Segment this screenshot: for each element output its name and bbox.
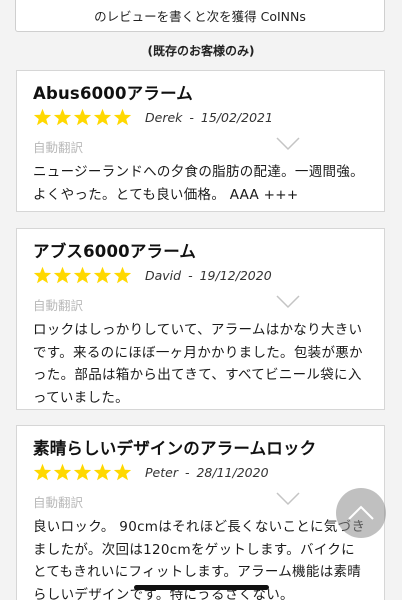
separator: - [184, 464, 190, 480]
star-rating [33, 108, 132, 126]
star-icon [33, 108, 52, 126]
auto-translate-label: 自動翻訳 [33, 495, 84, 510]
star-icon [33, 266, 52, 284]
review-card: アブス6000アラーム David - 19/12/2020 自動翻訳 ロックは… [16, 228, 385, 410]
chevron-down-icon[interactable] [276, 137, 300, 151]
chevron-down-icon[interactable] [276, 295, 300, 309]
star-icon [53, 266, 72, 284]
existing-customers-note: (既存のお客様のみ) [147, 44, 255, 58]
star-rating [33, 266, 132, 284]
review-title: アブス6000アラーム [33, 242, 197, 261]
separator: - [188, 267, 193, 283]
review-date: 15/02/2021 [200, 109, 273, 125]
review-body: ロックはしっかりしていて、アラームはかなり大きいです。来るのにほぼ一ヶ月かかりま… [33, 322, 363, 406]
review-date: 19/12/2020 [199, 267, 272, 283]
star-icon [73, 108, 92, 126]
star-icon [113, 266, 132, 284]
reviewer-name: David [145, 267, 182, 283]
rating-row: Peter - 28/11/2020 [33, 462, 368, 482]
star-icon [113, 463, 132, 481]
auto-translate-label: 自動翻訳 [33, 140, 84, 155]
star-icon [53, 108, 72, 126]
star-icon [93, 463, 112, 481]
review-card: Abus6000アラーム Derek - 15/02/2021 自動翻訳 ニュー… [16, 70, 385, 212]
home-indicator[interactable] [134, 585, 269, 590]
star-icon [73, 463, 92, 481]
auto-translate-row: 自動翻訳 [33, 137, 368, 155]
rating-row: David - 19/12/2020 [33, 265, 368, 285]
review-title: 素晴らしいデザインのアラームロック [33, 439, 317, 458]
review-date: 28/11/2020 [196, 464, 269, 480]
chevron-up-icon [348, 505, 374, 520]
review-title: Abus6000アラーム [33, 84, 193, 103]
star-icon [33, 463, 52, 481]
separator: - [189, 109, 194, 125]
auto-translate-row: 自動翻訳 [33, 492, 368, 510]
star-rating [33, 463, 132, 481]
star-icon [113, 108, 132, 126]
review-body: ニュージーランドへの夕食の脂肪の配達。一週間強。よくやった。とても良い価格。 A… [33, 164, 364, 203]
star-icon [53, 463, 72, 481]
review-card: 素晴らしいデザインのアラームロック Peter - 28/11/2020 自動翻… [16, 425, 385, 600]
scroll-to-top-button[interactable] [336, 488, 386, 538]
star-icon [93, 108, 112, 126]
auto-translate-row: 自動翻訳 [33, 295, 368, 313]
write-review-label: のレビューを書くと次を獲得 CoINNs [94, 9, 306, 24]
auto-translate-label: 自動翻訳 [33, 298, 84, 313]
chevron-down-icon[interactable] [276, 492, 300, 506]
page: のレビューを書くと次を獲得 CoINNs (既存のお客様のみ) Abus6000… [0, 0, 402, 600]
reviewer-name: Peter [145, 464, 178, 480]
star-icon [93, 266, 112, 284]
star-icon [73, 266, 92, 284]
rating-row: Derek - 15/02/2021 [33, 107, 368, 127]
reviewer-name: Derek [145, 109, 183, 125]
write-review-button[interactable]: のレビューを書くと次を獲得 CoINNs [15, 0, 385, 32]
